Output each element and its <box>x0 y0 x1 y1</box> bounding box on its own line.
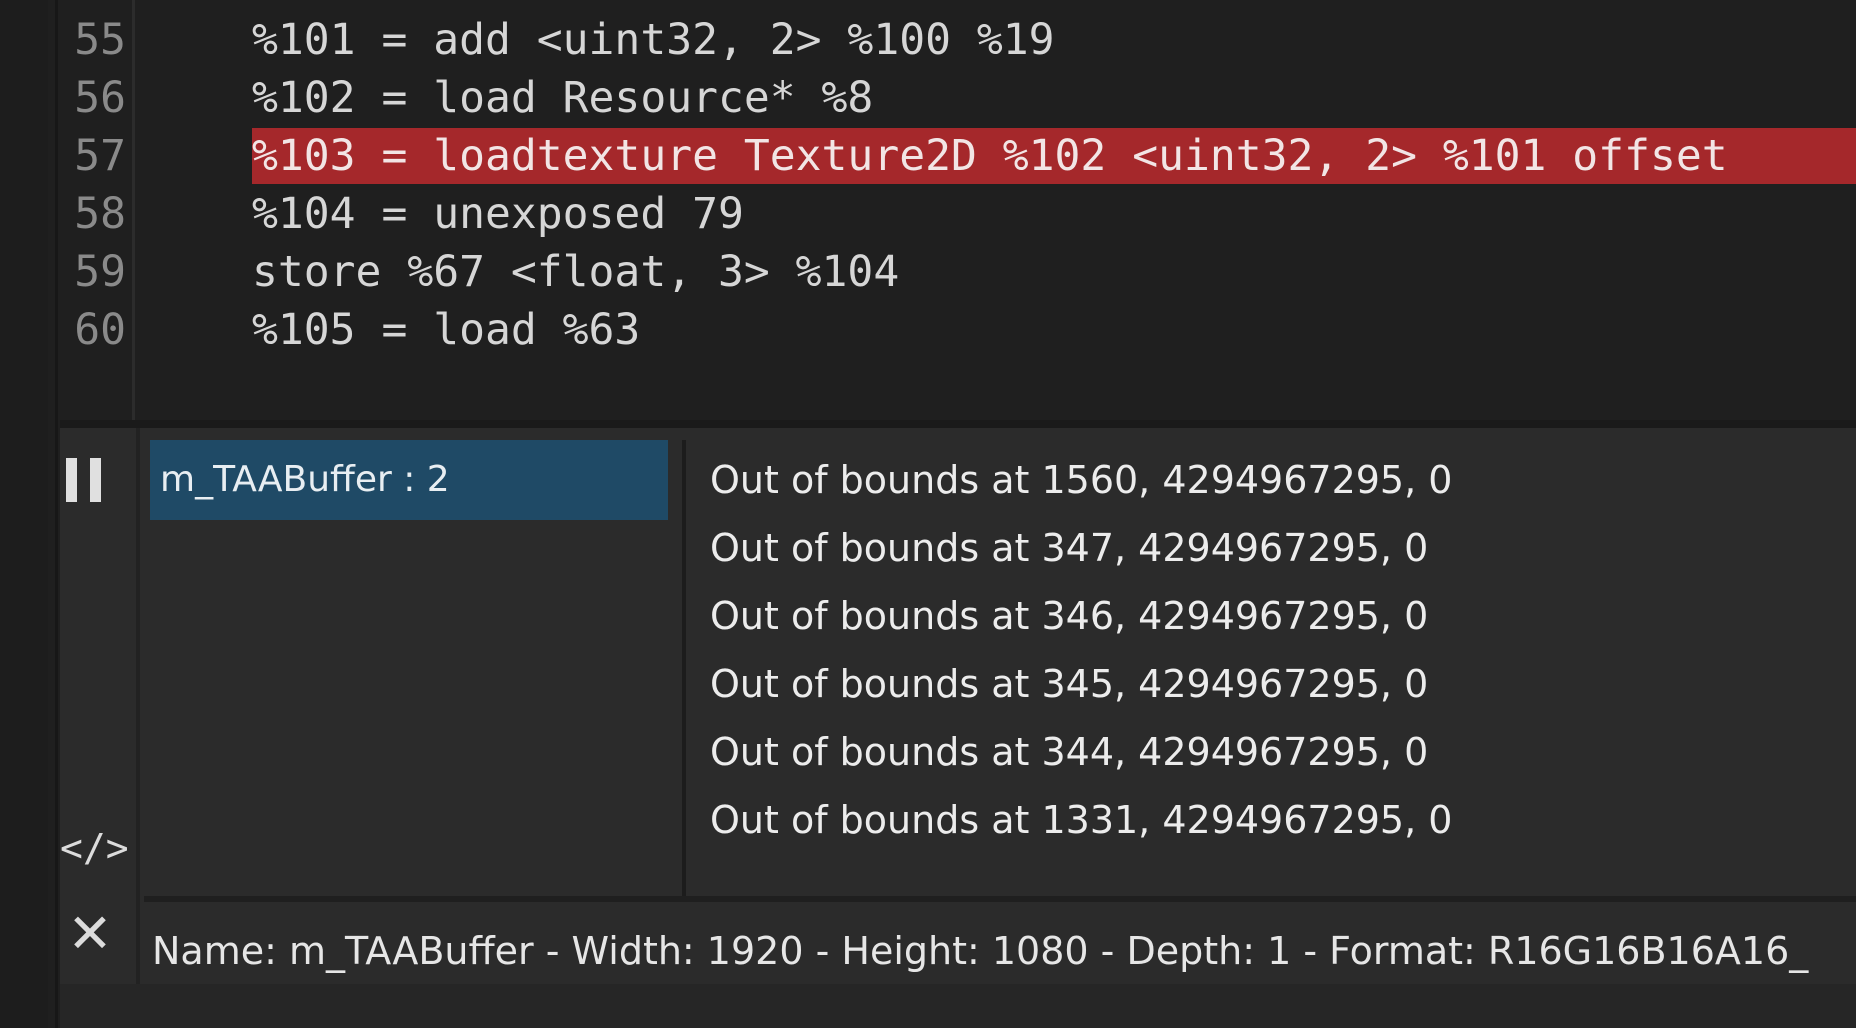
toolbar-separator <box>136 428 140 1028</box>
panel-toolbar: </> ✕ <box>60 428 134 1028</box>
code-editor[interactable]: 55 %101 = add <uint32, 2> %100 %19 56 %1… <box>60 0 1856 420</box>
code-line-55[interactable]: 55 %101 = add <uint32, 2> %100 %19 <box>60 8 1856 72</box>
message-list: Out of bounds at 1560, 4294967295, 0 Out… <box>690 440 1856 894</box>
window-edge-line <box>55 0 58 1028</box>
pause-icon[interactable] <box>66 458 106 502</box>
panel-splitter[interactable] <box>60 420 1856 428</box>
resource-item-selected[interactable]: m_TAABuffer : 2 <box>150 440 668 520</box>
code-text[interactable]: %105 = load %63 <box>252 302 1856 358</box>
line-number: 55 <box>74 15 126 65</box>
code-text[interactable]: store %67 <float, 3> %104 <box>252 244 1856 300</box>
window-left-edge <box>0 0 48 1028</box>
bottom-strip <box>60 984 1856 1028</box>
line-number: 58 <box>74 189 126 239</box>
close-icon[interactable]: ✕ <box>62 906 118 962</box>
code-line-56[interactable]: 56 %102 = load Resource* %8 <box>60 66 1856 130</box>
code-text-highlighted[interactable]: %103 = loadtexture Texture2D %102 <uint3… <box>252 128 1856 184</box>
code-icon[interactable]: </> <box>60 818 129 878</box>
code-line-57-error[interactable]: 57 %103 = loadtexture Texture2D %102 <ui… <box>60 124 1856 188</box>
code-line-60[interactable]: 60 %105 = load %63 <box>60 298 1856 362</box>
code-text[interactable]: %101 = add <uint32, 2> %100 %19 <box>252 12 1856 68</box>
list-splitter[interactable] <box>682 440 686 896</box>
message-item-partial[interactable]: Out of bounds at 1331, 4294967295, 0 <box>710 780 1452 860</box>
debug-panel: </> ✕ m_TAABuffer : 2 Out of bounds at 1… <box>60 428 1856 1028</box>
code-text[interactable]: %102 = load Resource* %8 <box>252 70 1856 126</box>
code-line-58[interactable]: 58 %104 = unexposed 79 <box>60 182 1856 246</box>
code-line-59[interactable]: 59 store %67 <float, 3> %104 <box>60 240 1856 304</box>
resource-list: m_TAABuffer : 2 <box>144 440 674 890</box>
code-text[interactable]: %104 = unexposed 79 <box>252 186 1856 242</box>
line-number: 56 <box>74 73 126 123</box>
line-number: 60 <box>74 305 126 355</box>
line-number: 59 <box>74 247 126 297</box>
line-number: 57 <box>74 131 126 181</box>
